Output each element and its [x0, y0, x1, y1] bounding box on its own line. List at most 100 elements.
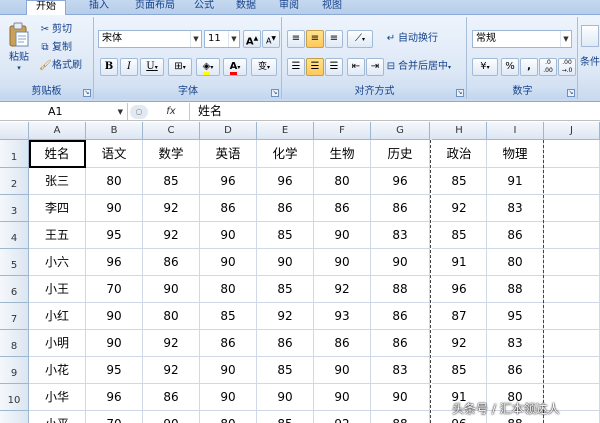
data-cell[interactable] — [544, 330, 600, 357]
data-cell[interactable]: 92 — [314, 276, 371, 303]
underline-button[interactable]: U▾ — [140, 58, 164, 76]
data-cell[interactable]: 86 — [487, 222, 544, 249]
chevron-down-icon[interactable]: ▼ — [190, 31, 201, 47]
data-cell[interactable]: 95 — [86, 222, 143, 249]
data-cell[interactable]: 86 — [371, 330, 430, 357]
column-header[interactable]: A — [29, 122, 86, 140]
data-cell[interactable]: 92 — [143, 195, 200, 222]
data-cell[interactable]: 85 — [200, 303, 257, 330]
data-cell[interactable]: 86 — [371, 195, 430, 222]
data-cell[interactable]: 92 — [143, 357, 200, 384]
cut-button[interactable]: ✂ 剪切 — [38, 21, 90, 38]
conditional-format-icon[interactable] — [581, 25, 599, 47]
data-cell[interactable]: 83 — [487, 330, 544, 357]
row-header[interactable]: 5 — [0, 249, 29, 276]
data-cell[interactable]: 80 — [314, 168, 371, 195]
font-launcher-icon[interactable]: ↘ — [271, 89, 279, 97]
data-cell[interactable]: 86 — [257, 195, 314, 222]
data-cell[interactable]: 小红 — [29, 303, 86, 330]
tab-view[interactable]: 视图 — [318, 0, 346, 15]
data-cell[interactable]: 96 — [432, 276, 487, 303]
tab-data[interactable]: 数据 — [232, 0, 260, 15]
data-cell[interactable]: 92 — [143, 222, 200, 249]
format-painter-button[interactable]: 🖌格式刷 — [38, 57, 90, 74]
column-header[interactable]: J — [544, 122, 600, 140]
row-header[interactable]: 6 — [0, 276, 29, 303]
header-cell[interactable]: 生物 — [314, 140, 371, 168]
data-cell[interactable]: 70 — [86, 276, 143, 303]
header-cell[interactable]: 物理 — [487, 140, 544, 168]
alignment-launcher-icon[interactable]: ↘ — [456, 89, 464, 97]
align-top-icon[interactable]: ≡ — [287, 30, 305, 48]
data-cell[interactable]: 小六 — [29, 249, 86, 276]
data-cell[interactable]: 90 — [200, 384, 257, 411]
data-cell[interactable]: 80 — [487, 249, 544, 276]
increase-decimal-button[interactable]: .0 .00 — [539, 58, 557, 76]
currency-icon[interactable]: ¥▾ — [472, 58, 498, 76]
tab-page-layout[interactable]: 页面布局 — [128, 0, 182, 15]
data-cell[interactable]: 85 — [432, 222, 487, 249]
data-cell[interactable]: 小王 — [29, 276, 86, 303]
header-cell[interactable]: 数学 — [143, 140, 200, 168]
tab-home[interactable]: 开始 — [26, 0, 66, 15]
data-cell[interactable]: 90 — [200, 249, 257, 276]
worksheet-grid[interactable]: A B C D E F G H I J 1 姓名 语文 数学 英语 化学 生物 历史 政治 物理 2… — [0, 122, 600, 423]
data-cell[interactable]: 86 — [257, 330, 314, 357]
data-cell[interactable]: 90 — [200, 222, 257, 249]
data-cell[interactable] — [544, 222, 600, 249]
data-cell[interactable]: 96 — [257, 168, 314, 195]
align-middle-icon[interactable]: ≡ — [306, 30, 324, 48]
data-cell[interactable]: 90 — [257, 249, 314, 276]
data-cell[interactable]: 85 — [432, 168, 487, 195]
header-cell[interactable]: 姓名 — [29, 140, 86, 168]
data-cell[interactable]: 86 — [487, 357, 544, 384]
data-cell[interactable]: 86 — [371, 303, 430, 330]
header-cell[interactable]: 语文 — [86, 140, 143, 168]
font-color-button[interactable]: A▾ — [223, 58, 247, 76]
data-cell[interactable]: 92 — [432, 330, 487, 357]
data-cell[interactable]: 90 — [314, 384, 371, 411]
shrink-font-button[interactable]: A▼ — [262, 30, 280, 48]
column-header[interactable]: H — [432, 122, 487, 140]
number-format-combo[interactable]: 常规 ▼ — [472, 30, 572, 48]
data-cell[interactable]: 92 — [257, 303, 314, 330]
chevron-down-icon[interactable]: ▼ — [118, 103, 123, 121]
data-cell[interactable]: 90 — [86, 195, 143, 222]
row-header[interactable]: 10 — [0, 384, 29, 411]
column-header[interactable]: F — [314, 122, 371, 140]
data-cell[interactable]: 90 — [371, 249, 430, 276]
data-cell[interactable]: 88 — [371, 411, 430, 423]
data-cell[interactable]: 85 — [257, 357, 314, 384]
data-cell[interactable]: 80 — [200, 276, 257, 303]
data-cell[interactable]: 85 — [257, 276, 314, 303]
data-cell[interactable]: 李四 — [29, 195, 86, 222]
data-cell[interactable]: 91 — [487, 168, 544, 195]
data-cell[interactable]: 86 — [314, 195, 371, 222]
row-header[interactable]: 2 — [0, 168, 29, 195]
tab-review[interactable]: 审阅 — [275, 0, 303, 15]
header-cell[interactable] — [544, 140, 600, 168]
data-cell[interactable] — [544, 303, 600, 330]
data-cell[interactable]: 88 — [371, 276, 430, 303]
select-all-corner[interactable] — [0, 122, 29, 140]
data-cell[interactable]: 90 — [257, 384, 314, 411]
tab-insert[interactable]: 插入 — [80, 0, 118, 15]
clipboard-launcher-icon[interactable]: ↘ — [83, 89, 91, 97]
data-cell[interactable]: 85 — [257, 411, 314, 423]
data-cell[interactable]: 85 — [432, 357, 487, 384]
data-cell[interactable]: 83 — [371, 222, 430, 249]
bold-button[interactable]: B — [100, 58, 118, 76]
data-cell[interactable]: 96 — [86, 249, 143, 276]
decrease-decimal-button[interactable]: .00 →.0 — [558, 58, 576, 76]
data-cell[interactable] — [544, 357, 600, 384]
data-cell[interactable]: 86 — [314, 330, 371, 357]
font-name-combo[interactable]: 宋体 ▼ — [98, 30, 202, 48]
data-cell[interactable]: 92 — [314, 411, 371, 423]
comma-button[interactable]: , — [520, 58, 538, 76]
data-cell[interactable]: 90 — [371, 384, 430, 411]
grow-font-button[interactable]: A▲ — [243, 30, 261, 48]
column-header[interactable]: C — [143, 122, 200, 140]
row-header[interactable]: 7 — [0, 303, 29, 330]
number-launcher-icon[interactable]: ↘ — [567, 89, 575, 97]
insert-function-button[interactable]: fx — [156, 105, 186, 119]
